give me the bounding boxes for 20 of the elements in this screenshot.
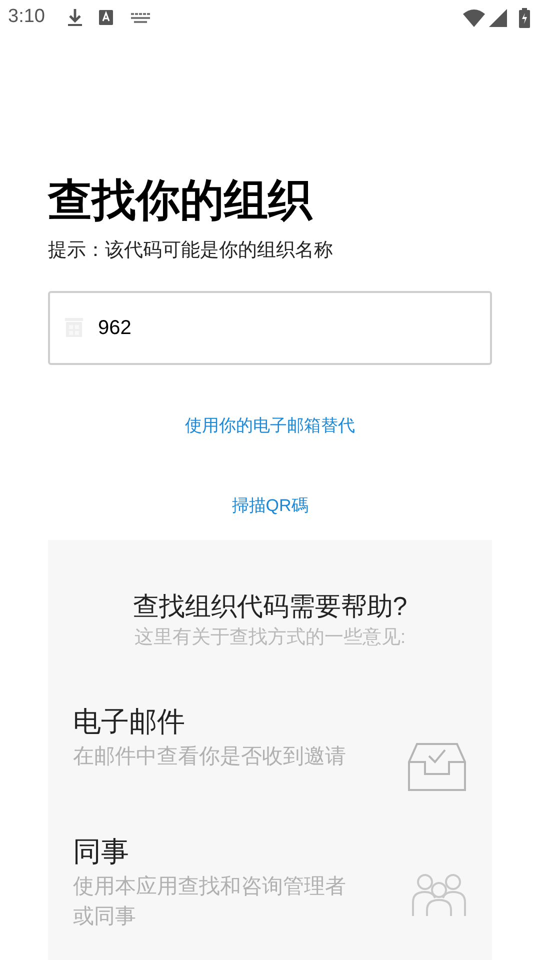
status-time: 3:10: [8, 5, 45, 30]
scan-qr-link[interactable]: 掃描QR碼: [232, 492, 308, 518]
page-title: 查找你的组织: [48, 175, 314, 227]
option-title: 同事: [73, 835, 130, 869]
font-icon: [98, 10, 113, 25]
option-title: 电子邮件: [73, 705, 186, 739]
keyboard-icon: [130, 12, 151, 22]
help-title: 查找组织代码需要帮助?: [132, 590, 408, 623]
option-description: 在邮件中查看你是否收到邀请: [73, 744, 347, 770]
option-description: 使用本应用查找和咨询管理者或同事: [73, 874, 347, 930]
wifi-icon: [463, 8, 485, 26]
signal-icon: [489, 8, 507, 26]
download-icon: [66, 8, 83, 28]
people-icon: [411, 872, 467, 916]
hint-text: 提示：该代码可能是你的组织名称: [48, 239, 334, 263]
battery-icon: [519, 8, 530, 28]
inbox-check-icon: [407, 742, 467, 792]
use-email-link[interactable]: 使用你的电子邮箱替代: [185, 413, 355, 438]
org-code-field[interactable]: 962: [48, 291, 492, 365]
help-subtitle: 这里有关于查找方式的一些意见:: [134, 626, 406, 650]
